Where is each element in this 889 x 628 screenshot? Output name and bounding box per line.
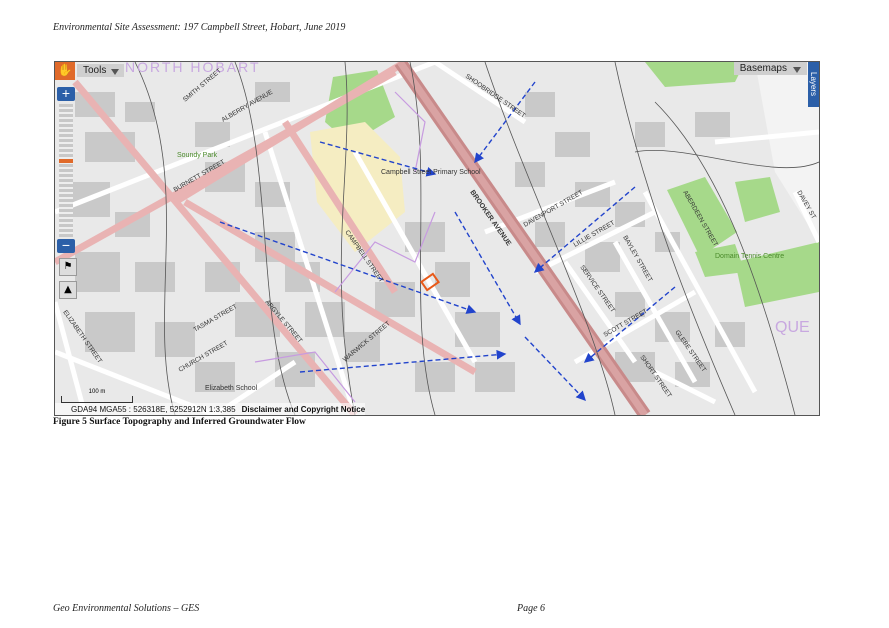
page-header: Environmental Site Assessment: 197 Campb… — [53, 22, 346, 33]
layers-panel-toggle[interactable]: Layers — [808, 62, 819, 107]
tools-menu[interactable]: ✋ Tools — [55, 62, 125, 80]
label-que: QUE — [775, 319, 810, 336]
label-soundy-park: Soundy Park — [177, 152, 218, 159]
zoom-in-button[interactable]: + — [57, 86, 75, 101]
coordinate-readout: GDA94 MGA55 : 526318E, 5252912N 1:3,385 — [71, 404, 236, 414]
north-arrow-icon[interactable]: ▲ — [59, 281, 77, 299]
tools-dropdown[interactable]: Tools — [77, 63, 125, 77]
park-area — [645, 62, 745, 87]
park-area — [735, 242, 819, 307]
park-area — [735, 177, 780, 222]
map-canvas[interactable]: NORTH HOBART Soundy Park Campbell Street… — [55, 62, 819, 415]
street-alberry: ALBERRY AVENUE — [221, 88, 275, 123]
building-blocks — [70, 82, 745, 392]
scale-label: 100 m — [88, 389, 106, 395]
map-viewer[interactable]: NORTH HOBART Soundy Park Campbell Street… — [54, 61, 820, 416]
label-campbell-school: Campbell Street Primary School — [381, 169, 481, 176]
label-elizabeth-school: Elizabeth School — [205, 385, 258, 392]
street-shoobridge: SHOOBRIDGE STREET — [464, 73, 527, 120]
label-domain-tennis: Domain Tennis Centre — [715, 253, 784, 260]
figure-caption: Figure 5 Surface Topography and Inferred… — [53, 417, 306, 427]
tasmania-extent-icon[interactable]: ⚑ — [59, 258, 77, 276]
footer-page-number: Page 6 — [517, 603, 546, 614]
disclaimer-link[interactable]: Disclaimer and Copyright Notice — [242, 405, 366, 414]
scale-bar: 100 m — [61, 389, 133, 403]
street-tasma: TASMA STREET — [193, 303, 239, 334]
zoom-slider[interactable] — [59, 104, 73, 237]
status-bar: GDA94 MGA55 : 526318E, 5252912N 1:3,385 … — [55, 403, 366, 415]
label-north-hobart: NORTH HOBART — [125, 62, 261, 75]
zoom-out-button[interactable]: − — [57, 238, 75, 253]
basemaps-dropdown[interactable]: Basemaps — [733, 62, 807, 75]
footer-left: Geo Environmental Solutions – GES — [53, 603, 200, 614]
pan-hand-icon[interactable]: ✋ — [55, 62, 75, 80]
zoom-slider-thumb[interactable] — [59, 159, 73, 163]
